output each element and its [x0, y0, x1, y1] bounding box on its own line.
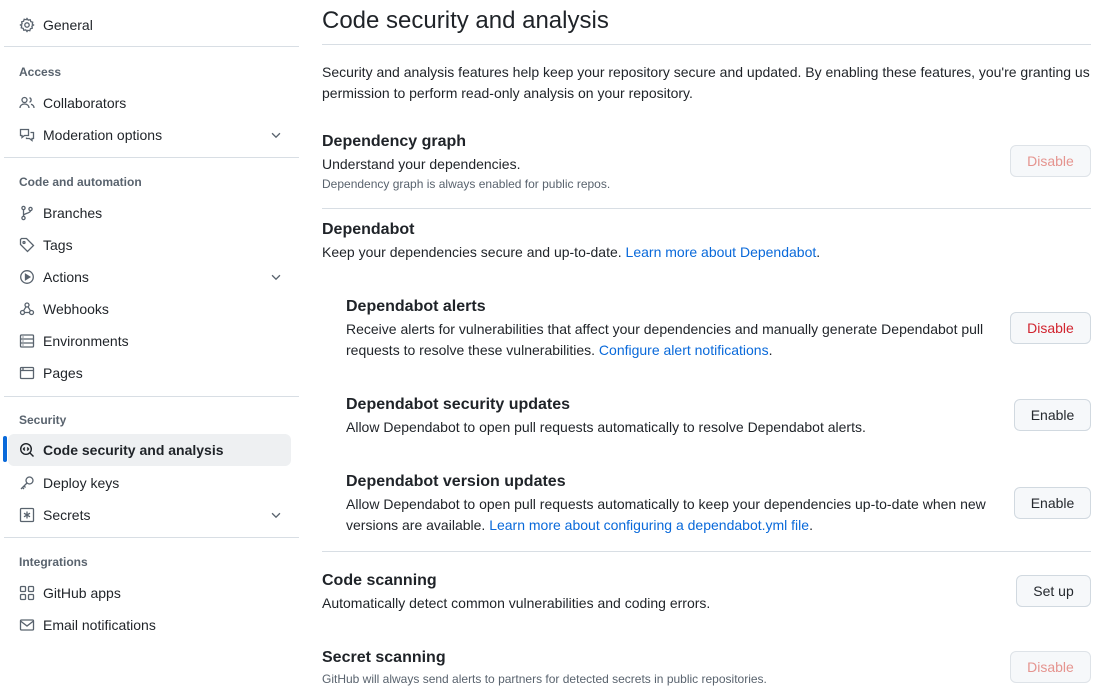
- sidebar-item-code-security[interactable]: Code security and analysis: [8, 434, 291, 466]
- dependabot-security-updates-description: Allow Dependabot to open pull requests a…: [346, 419, 866, 435]
- chevron-down-icon[interactable]: [269, 508, 283, 522]
- intro-line-1: Security and analysis features help keep…: [322, 64, 1090, 80]
- alerts-link-suffix: .: [768, 342, 773, 358]
- dependabot-security-updates-title: Dependabot security updates: [346, 396, 571, 413]
- dependabot-version-updates-enable-button[interactable]: Enable: [1014, 487, 1091, 519]
- section-divider: [322, 208, 1091, 209]
- sidebar-divider: [4, 157, 299, 158]
- settings-sidebar: General Access Collaborators Moderation …: [0, 0, 300, 693]
- sidebar-item-label: Deploy keys: [43, 475, 120, 491]
- sidebar-item-label: Code security and analysis: [43, 442, 224, 458]
- sidebar-item-label: Secrets: [43, 507, 91, 523]
- section-heading-access: Access: [19, 65, 62, 79]
- dependency-graph-disable-button[interactable]: Disable: [1010, 145, 1091, 177]
- sidebar-item-email-notifications[interactable]: Email notifications: [8, 609, 291, 641]
- dependabot-security-updates-enable-button[interactable]: Enable: [1014, 399, 1091, 431]
- sidebar-item-collaborators[interactable]: Collaborators: [8, 87, 291, 119]
- learn-more-dependabot-link[interactable]: Learn more about Dependabot: [626, 244, 817, 260]
- apps-icon: [19, 585, 35, 601]
- gear-icon: [19, 17, 35, 33]
- chevron-down-icon[interactable]: [269, 270, 283, 284]
- sidebar-item-label: Actions: [43, 269, 89, 285]
- title-divider: [322, 44, 1091, 45]
- dependabot-alerts-title: Dependabot alerts: [346, 298, 486, 315]
- key-icon: [19, 475, 35, 491]
- dependabot-alerts-line-1: Receive alerts for vulnerabilities that …: [346, 321, 984, 337]
- sidebar-item-actions[interactable]: Actions: [8, 261, 291, 293]
- main-content: Code security and analysis Security and …: [322, 0, 1091, 693]
- sidebar-item-branches[interactable]: Branches: [8, 197, 291, 229]
- sidebar-divider: [4, 46, 299, 47]
- code-scanning-description: Automatically detect common vulnerabilit…: [322, 595, 711, 611]
- intro-line-2: permission to perform read-only analysis…: [322, 85, 693, 101]
- sidebar-item-label: Environments: [43, 333, 129, 349]
- tag-icon: [19, 237, 35, 253]
- sidebar-item-pages[interactable]: Pages: [8, 357, 291, 389]
- dependabot-version-line-2-text: versions are available.: [346, 517, 486, 533]
- code-scanning-setup-button[interactable]: Set up: [1016, 575, 1091, 607]
- learn-more-dependabot-yml-link[interactable]: Learn more about configuring a dependabo…: [489, 517, 809, 533]
- server-icon: [19, 333, 35, 349]
- code-scanning-title: Code scanning: [322, 572, 437, 589]
- dependabot-link-suffix: .: [816, 244, 821, 260]
- dependency-graph-note: Dependency graph is always enabled for p…: [322, 177, 611, 191]
- sidebar-item-label: Collaborators: [43, 95, 127, 111]
- sidebar-item-label: General: [43, 17, 93, 33]
- dependabot-version-line-1: Allow Dependabot to open pull requests a…: [346, 496, 986, 512]
- git-branch-icon: [19, 205, 35, 221]
- sidebar-item-github-apps[interactable]: GitHub apps: [8, 577, 291, 609]
- sidebar-divider: [4, 396, 299, 397]
- sidebar-item-general[interactable]: General: [8, 9, 291, 41]
- people-icon: [19, 95, 35, 111]
- dependabot-title: Dependabot: [322, 221, 415, 238]
- browser-icon: [19, 365, 35, 381]
- dependabot-alerts-line-2: requests to resolve these vulnerabilitie…: [346, 340, 996, 361]
- section-heading-security: Security: [19, 413, 67, 427]
- sidebar-item-environments[interactable]: Environments: [8, 325, 291, 357]
- sidebar-item-tags[interactable]: Tags: [8, 229, 291, 261]
- comment-discussion-icon: [19, 127, 35, 143]
- dependency-graph-description: Understand your dependencies.: [322, 156, 521, 172]
- mail-icon: [19, 617, 35, 633]
- dependabot-alerts-disable-button[interactable]: Disable: [1010, 312, 1091, 344]
- dependency-graph-title: Dependency graph: [322, 133, 467, 150]
- dependabot-version-line-2: versions are available. Learn more about…: [346, 515, 996, 536]
- sidebar-divider: [4, 537, 299, 538]
- sidebar-item-webhooks[interactable]: Webhooks: [8, 293, 291, 325]
- sidebar-item-label: GitHub apps: [43, 585, 121, 601]
- sidebar-item-label: Moderation options: [43, 127, 163, 143]
- sidebar-item-label: Tags: [43, 237, 73, 253]
- sidebar-item-deploy-keys[interactable]: Deploy keys: [8, 467, 291, 499]
- section-divider: [322, 551, 1091, 552]
- sidebar-item-label: Pages: [43, 365, 83, 381]
- secret-scanning-disable-button[interactable]: Disable: [1010, 651, 1091, 683]
- dependabot-description-text: Keep your dependencies secure and up-to-…: [322, 244, 622, 260]
- sidebar-item-secrets[interactable]: Secrets: [8, 499, 291, 531]
- dependabot-description: Keep your dependencies secure and up-to-…: [322, 242, 820, 263]
- intro-text: Security and analysis features help keep…: [322, 62, 1091, 104]
- chevron-down-icon[interactable]: [269, 128, 283, 142]
- play-icon: [19, 269, 35, 285]
- secret-scanning-title: Secret scanning: [322, 649, 446, 666]
- dependabot-alerts-description: Receive alerts for vulnerabilities that …: [346, 319, 996, 361]
- section-heading-integrations: Integrations: [19, 555, 88, 569]
- sidebar-item-label: Branches: [43, 205, 103, 221]
- dependabot-version-updates-description: Allow Dependabot to open pull requests a…: [346, 494, 996, 536]
- secret-scanning-note: GitHub will always send alerts to partne…: [322, 672, 767, 686]
- configure-alert-notifications-link[interactable]: Configure alert notifications: [599, 342, 769, 358]
- webhook-icon: [19, 301, 35, 317]
- key-asterisk-icon: [19, 507, 35, 523]
- active-indicator: [3, 436, 7, 462]
- sidebar-item-label: Email notifications: [43, 617, 156, 633]
- version-link-suffix: .: [809, 517, 813, 533]
- page-title: Code security and analysis: [322, 7, 609, 34]
- dependabot-version-updates-title: Dependabot version updates: [346, 473, 566, 490]
- sidebar-item-moderation[interactable]: Moderation options: [8, 119, 291, 151]
- section-heading-code-automation: Code and automation: [19, 175, 142, 189]
- dependabot-alerts-line-2-text: requests to resolve these vulnerabilitie…: [346, 342, 596, 358]
- sidebar-item-label: Webhooks: [43, 301, 109, 317]
- codescan-icon: [19, 442, 35, 458]
